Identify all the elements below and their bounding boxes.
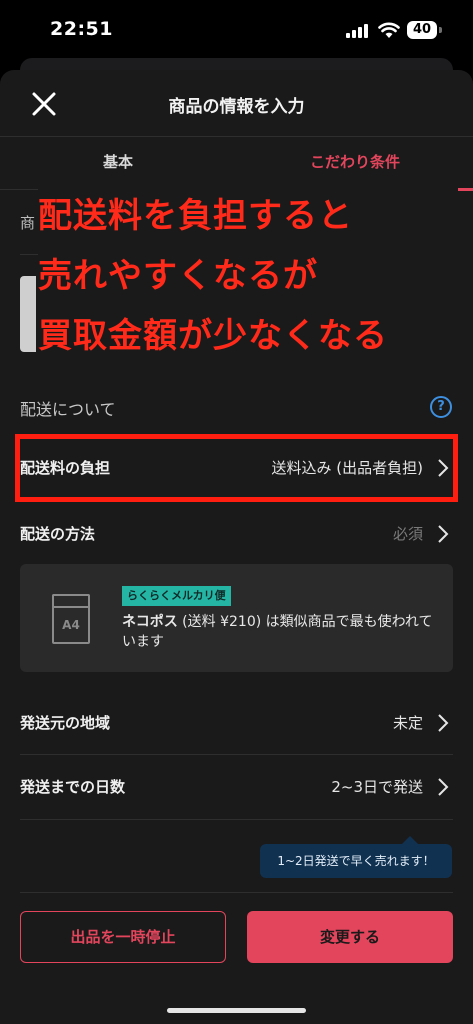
suggestion-text: ネコポス (送料 ¥210) は類似商品で最も使われています xyxy=(122,614,433,650)
pause-listing-button[interactable]: 出品を一時停止 xyxy=(20,911,226,963)
divider xyxy=(20,892,453,893)
shipping-method-label: 配送の方法 xyxy=(20,525,96,543)
chevron-right-icon xyxy=(438,525,449,543)
days-to-ship-label: 発送までの日数 xyxy=(20,778,126,796)
ship-from-region-label: 発送元の地域 xyxy=(20,714,111,732)
status-bar: 22:51 40 xyxy=(0,0,473,62)
required-badge: 必須 xyxy=(392,525,423,543)
days-to-ship-value: 2~3日で発送 xyxy=(331,778,423,796)
rakuraku-badge: らくらくメルカリ便 xyxy=(122,586,231,606)
battery-icon: 40 xyxy=(407,21,437,39)
partially-hidden-label: 商 xyxy=(20,214,36,232)
annotation-overlay: 配送料を負担すると 売れやすくなるが 買取金額が少なくなる xyxy=(38,186,458,372)
chevron-right-icon xyxy=(438,778,449,796)
save-changes-button[interactable]: 変更する xyxy=(247,911,453,963)
annotation-line-1: 配送料を負担すると xyxy=(38,196,353,236)
listing-sheet: 商品の情報を入力 基本 こだわり条件 商 配送料を負担すると 売れやすくなるが … xyxy=(0,70,473,1024)
envelope-a4-icon: A4 xyxy=(52,594,90,644)
annotation-line-2: 売れやすくなるが xyxy=(38,256,318,296)
tab-kodawari[interactable]: こだわり条件 xyxy=(237,137,473,191)
help-icon[interactable]: ? xyxy=(430,396,452,418)
ship-from-region-row[interactable]: 発送元の地域 未定 xyxy=(20,691,453,755)
burden-highlight-box xyxy=(15,434,458,502)
header: 商品の情報を入力 xyxy=(0,70,473,136)
chevron-right-icon xyxy=(438,714,449,732)
shipping-method-row[interactable]: 配送の方法 必須 xyxy=(20,502,453,566)
partially-hidden-input[interactable] xyxy=(20,276,36,352)
shipping-suggestion-card[interactable]: A4 らくらくメルカリ便 ネコポス (送料 ¥210) は類似商品で最も使われて… xyxy=(20,564,453,672)
ship-from-region-value: 未定 xyxy=(392,714,423,732)
signal-icon xyxy=(346,24,370,38)
section-title-shipping: 配送について xyxy=(20,400,116,419)
shipping-speed-tooltip: 1~2日発送で早く売れます！ xyxy=(260,836,452,878)
home-indicator xyxy=(167,1008,306,1013)
battery-tip xyxy=(439,27,442,33)
status-time: 22:51 xyxy=(50,18,113,40)
days-to-ship-row[interactable]: 発送までの日数 2~3日で発送 xyxy=(20,755,453,819)
page-title: 商品の情報を入力 xyxy=(168,97,305,117)
wifi-icon xyxy=(378,22,400,38)
tab-bar: 基本 こだわり条件 xyxy=(0,136,473,191)
annotation-line-3: 買取金額が少なくなる xyxy=(38,316,388,356)
tab-basic[interactable]: 基本 xyxy=(0,137,236,190)
divider xyxy=(20,819,453,820)
